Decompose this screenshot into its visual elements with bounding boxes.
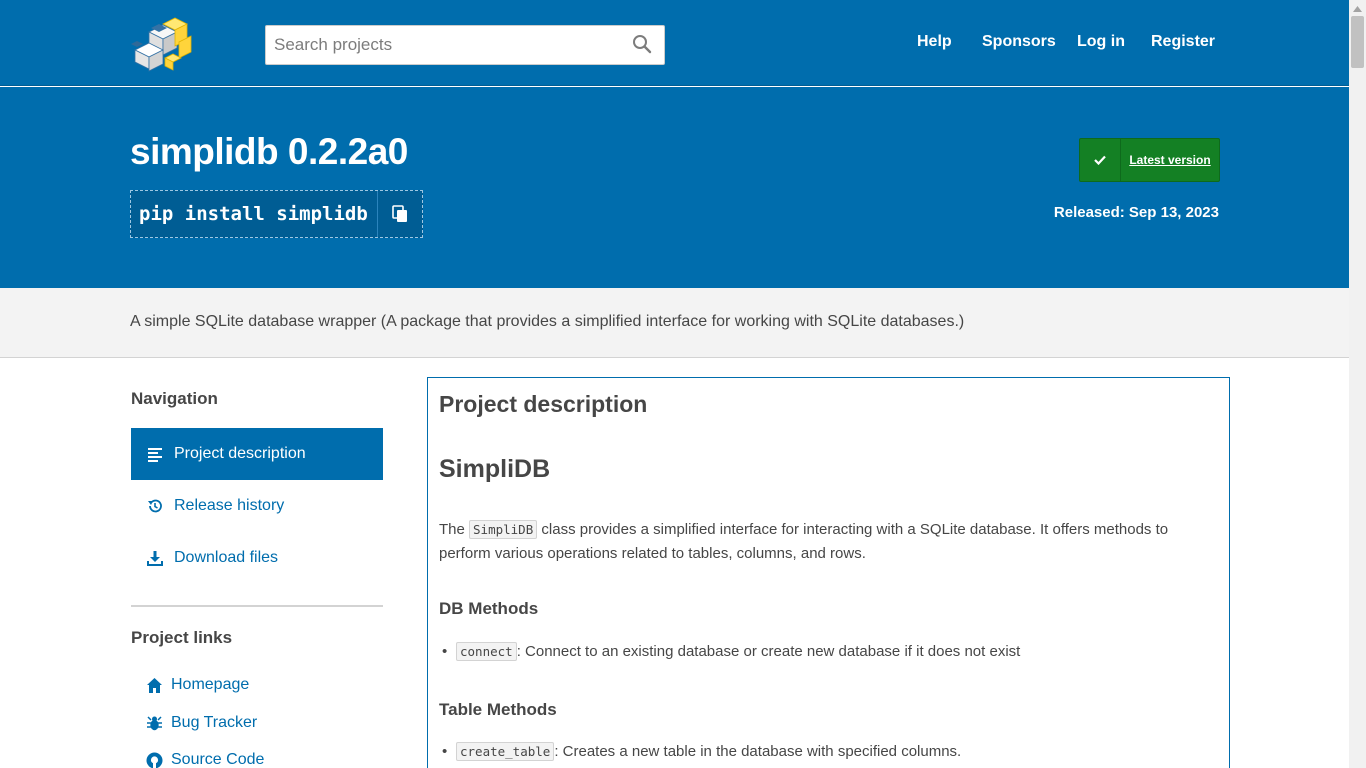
sidebar-item-label: Project description: [174, 445, 306, 462]
project-links-heading: Project links: [131, 628, 233, 647]
align-left-icon: [147, 446, 163, 462]
copy-icon: [392, 205, 407, 222]
sidebar-item-project-description[interactable]: Project description: [131, 428, 383, 480]
readme-title: SimpliDB: [439, 455, 551, 483]
list-item: create_table: Creates a new table in the…: [442, 742, 962, 761]
project-description-panel: Project description SimpliDB The SimpliD…: [427, 377, 1230, 768]
list-item: connect: Connect to an existing database…: [442, 642, 1021, 661]
intro-text-end: class provides a simplified interface fo…: [439, 521, 1169, 562]
pypi-logo[interactable]: [129, 14, 197, 72]
inline-code: connect: [456, 642, 517, 661]
search-icon[interactable]: [632, 34, 654, 56]
sidebar-item-label: Download files: [174, 549, 279, 566]
sidebar-divider: [131, 605, 383, 607]
nav-sponsors-link[interactable]: Sponsors: [982, 33, 1056, 51]
package-summary: A simple SQLite database wrapper (A pack…: [0, 288, 1349, 358]
sidebar-item-label: Release history: [174, 497, 285, 514]
summary-text: A simple SQLite database wrapper (A pack…: [130, 313, 965, 330]
navigation-heading: Navigation: [131, 389, 218, 408]
pip-command[interactable]: pip install simplidb: [131, 191, 377, 237]
download-icon: [147, 550, 163, 566]
release-date: Released: Sep 13, 2023: [1053, 204, 1219, 221]
list-item-text: : Connect to an existing database or cre…: [516, 643, 1021, 660]
inline-code: SimpliDB: [469, 520, 538, 539]
pypi-cubes-logo-icon: [131, 17, 192, 72]
package-banner: simplidb 0.2.2a0 pip install simplidb La…: [0, 87, 1349, 288]
bug-tracker-link[interactable]: Bug Tracker: [146, 711, 257, 735]
list-item-text: : Creates a new table in the database wi…: [554, 743, 962, 760]
scroll-up-icon[interactable]: [1349, 2, 1366, 16]
bug-icon: [146, 715, 163, 732]
homepage-label: Homepage: [171, 676, 250, 693]
section-heading: DB Methods: [439, 599, 539, 618]
sidebar-item-download-files[interactable]: Download files: [131, 532, 383, 584]
nav-login-link[interactable]: Log in: [1077, 33, 1125, 51]
section-heading: Table Methods: [439, 700, 557, 719]
homepage-link[interactable]: Homepage: [146, 673, 249, 697]
latest-version-label: Latest version: [1129, 153, 1211, 167]
package-title: simplidb 0.2.2a0: [130, 131, 408, 172]
sidebar-item-release-history[interactable]: Release history: [131, 480, 383, 532]
search-box: [265, 25, 665, 65]
github-icon: [146, 752, 163, 768]
scrollbar-thumb[interactable]: [1351, 16, 1364, 68]
source-code-link[interactable]: Source Code: [146, 748, 264, 768]
search-input[interactable]: [266, 26, 664, 64]
history-icon: [147, 498, 163, 514]
nav-register-link[interactable]: Register: [1151, 33, 1215, 51]
pip-install-box: pip install simplidb: [130, 190, 423, 238]
source-code-label: Source Code: [171, 751, 265, 768]
check-icon: [1080, 139, 1121, 181]
copy-button[interactable]: [377, 191, 422, 237]
project-description-heading: Project description: [439, 391, 648, 417]
page-scrollbar[interactable]: [1349, 0, 1366, 768]
top-navbar: Help Sponsors Log in Register: [0, 0, 1349, 86]
inline-code: create_table: [456, 742, 555, 761]
intro-text-start: The: [439, 521, 470, 538]
latest-version-badge[interactable]: Latest version: [1079, 138, 1220, 182]
readme-intro: The SimpliDB class provides a simplified…: [439, 518, 1199, 566]
home-icon: [146, 677, 163, 694]
bug-tracker-label: Bug Tracker: [171, 714, 258, 731]
nav-help-link[interactable]: Help: [917, 33, 952, 51]
